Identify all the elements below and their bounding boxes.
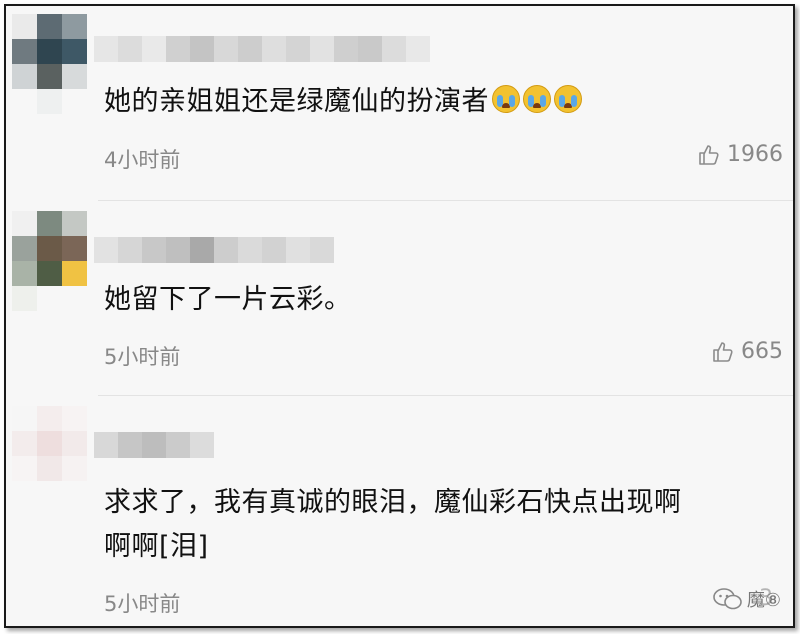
comment-item: 求求了，我有真诚的眼泪，魔仙彩石快点出现啊 啊啊[泪] 5小时前 3 [6,396,793,626]
comment-text: 她的亲姐姐还是绿魔仙的扮演者 [104,80,582,124]
comment-text: 求求了，我有真诚的眼泪，魔仙彩石快点出现啊 啊啊[泪] [104,481,682,569]
crying-face-icon [492,85,520,113]
thumbs-up-icon [699,144,719,165]
comment-item: 她留下了一片云彩。 5小时前 665 [6,201,793,396]
comment-timestamp: 5小时前 [104,345,181,369]
comment-text: 她留下了一片云彩。 [104,284,352,315]
comment-text-line: 啊啊[泪] [104,531,209,562]
comment-text-line: 求求了，我有真诚的眼泪，魔仙彩石快点出现啊 [104,487,682,518]
watermark: 魔⑧ [713,586,781,612]
like-button[interactable]: 1966 [697,142,783,167]
avatar[interactable] [12,406,87,506]
comment-timestamp: 4小时前 [104,148,181,172]
watermark-label: 魔⑧ [746,590,781,611]
like-count: 1966 [727,142,783,167]
comment-text-content: 她的亲姐姐还是绿魔仙的扮演者 [104,86,489,117]
avatar[interactable] [12,211,87,311]
comment-list: 她的亲姐姐还是绿魔仙的扮演者 4小时前 1966 她留下了一片云彩。 5小时前 … [4,4,795,628]
avatar[interactable] [12,14,87,114]
wechat-icon [713,588,742,610]
crying-face-icon [554,85,582,113]
username-blurred[interactable] [94,432,219,458]
comment-item: 她的亲姐姐还是绿魔仙的扮演者 4小时前 1966 [6,6,793,201]
like-button[interactable]: 665 [711,339,783,364]
username-blurred[interactable] [94,36,439,62]
crying-face-icon [523,85,551,113]
thumbs-up-icon [713,341,733,362]
username-blurred[interactable] [94,237,339,263]
like-count: 665 [741,339,783,364]
comment-timestamp: 5小时前 [104,592,181,616]
